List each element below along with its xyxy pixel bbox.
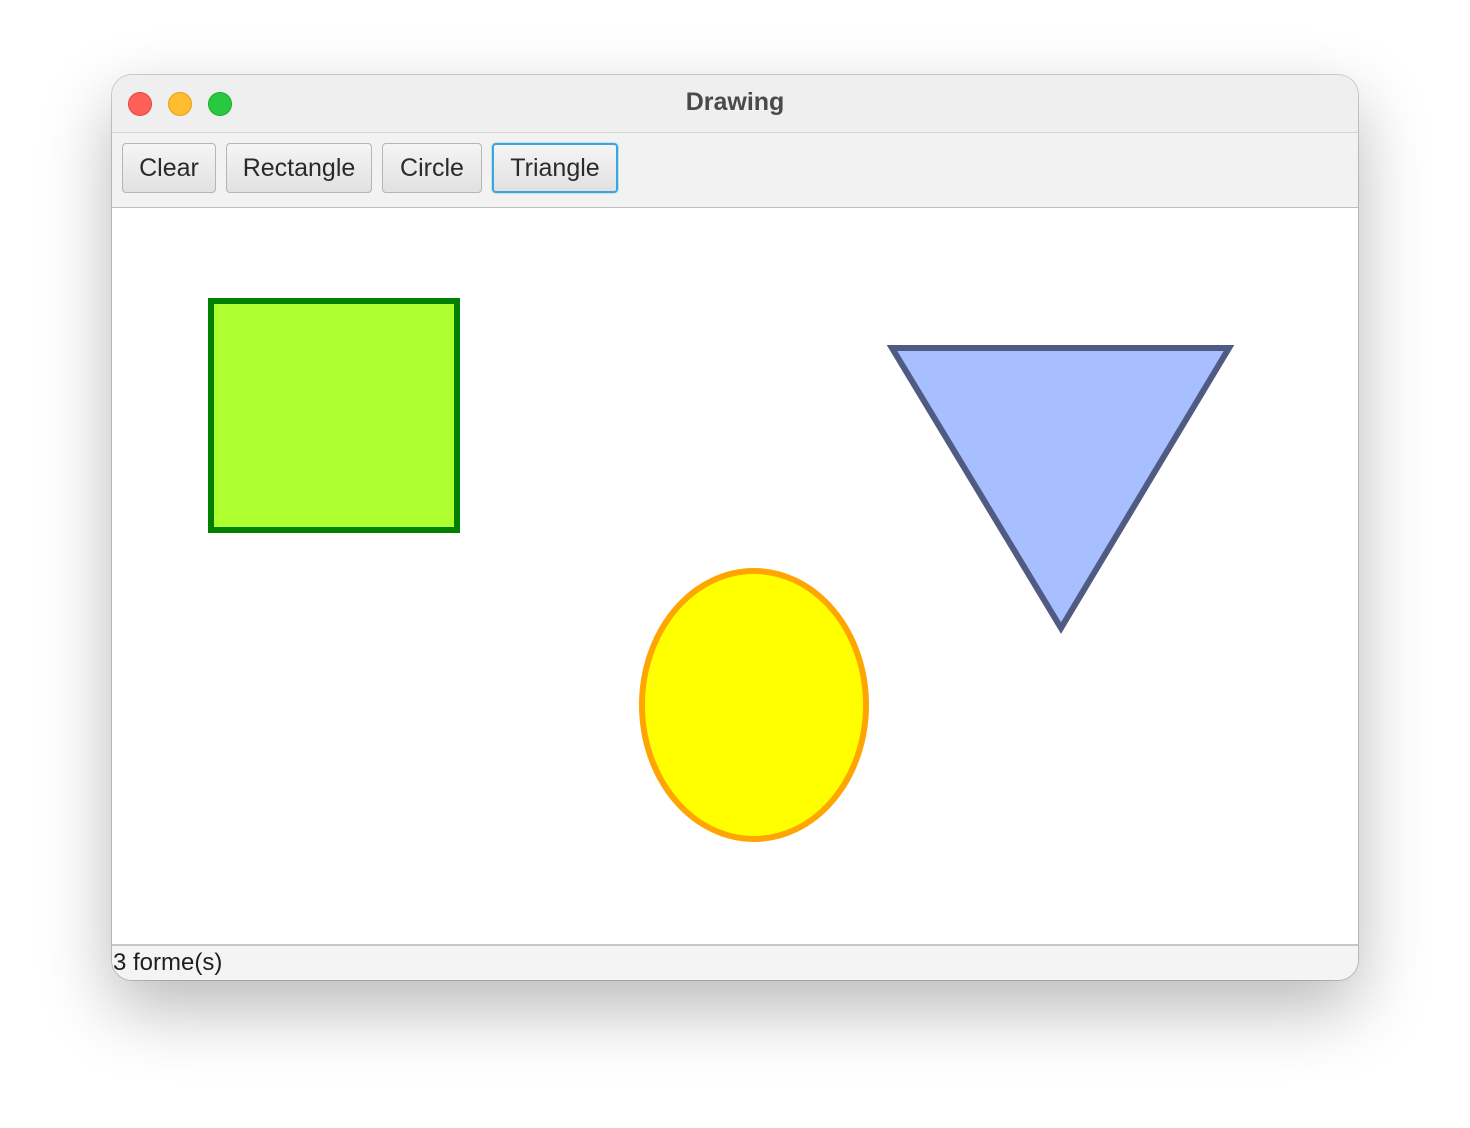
toolbar: Clear Rectangle Circle Triangle bbox=[112, 133, 1358, 209]
circle-button[interactable]: Circle bbox=[382, 143, 482, 193]
clear-button[interactable]: Clear bbox=[122, 143, 216, 193]
triangle-shape[interactable] bbox=[886, 345, 1235, 634]
shape-count-label: 3 forme(s) bbox=[113, 949, 223, 976]
triangle-button[interactable]: Triangle bbox=[492, 143, 618, 193]
canvas-svg[interactable] bbox=[112, 208, 1358, 944]
rectangle-shape[interactable] bbox=[208, 298, 460, 533]
status-bar: 3 forme(s) bbox=[112, 944, 1358, 980]
rectangle-button[interactable]: Rectangle bbox=[226, 143, 372, 193]
ellipse-shape[interactable] bbox=[639, 568, 869, 842]
drawing-canvas[interactable] bbox=[112, 208, 1358, 944]
drawing-window: Drawing Clear Rectangle Circle Triangle … bbox=[112, 75, 1358, 980]
title-bar[interactable]: Drawing bbox=[112, 75, 1358, 133]
window-title: Drawing bbox=[685, 88, 785, 116]
